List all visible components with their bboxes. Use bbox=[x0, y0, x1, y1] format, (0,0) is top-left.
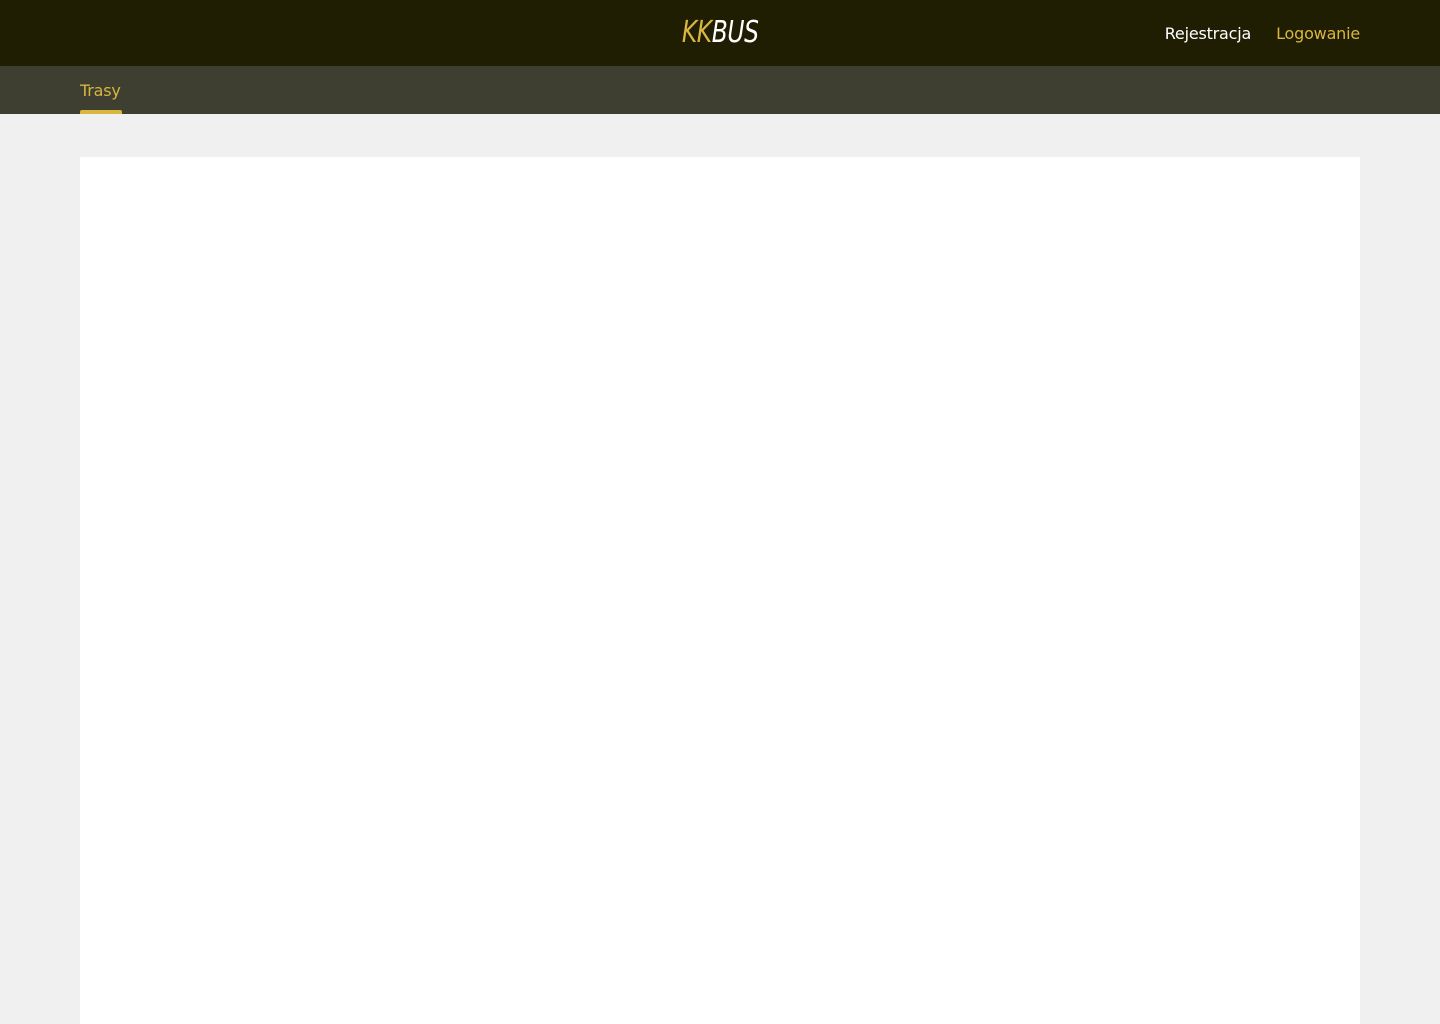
main-content-panel bbox=[80, 157, 1360, 1024]
logo-text-kk: KK bbox=[681, 15, 712, 50]
active-tab-indicator bbox=[80, 110, 122, 114]
register-link[interactable]: Rejestracja bbox=[1165, 24, 1252, 43]
tab-routes[interactable]: Trasy bbox=[80, 66, 122, 114]
top-navbar: KKBUS Rejestracja Logowanie bbox=[0, 0, 1440, 66]
logo-link[interactable]: KKBUS bbox=[682, 18, 759, 48]
secondary-navbar: Trasy bbox=[0, 66, 1440, 114]
auth-links: Rejestracja Logowanie bbox=[1165, 0, 1360, 66]
tab-routes-label: Trasy bbox=[80, 80, 121, 100]
logo-text-bus: BUS bbox=[711, 15, 759, 50]
login-link[interactable]: Logowanie bbox=[1276, 24, 1360, 43]
